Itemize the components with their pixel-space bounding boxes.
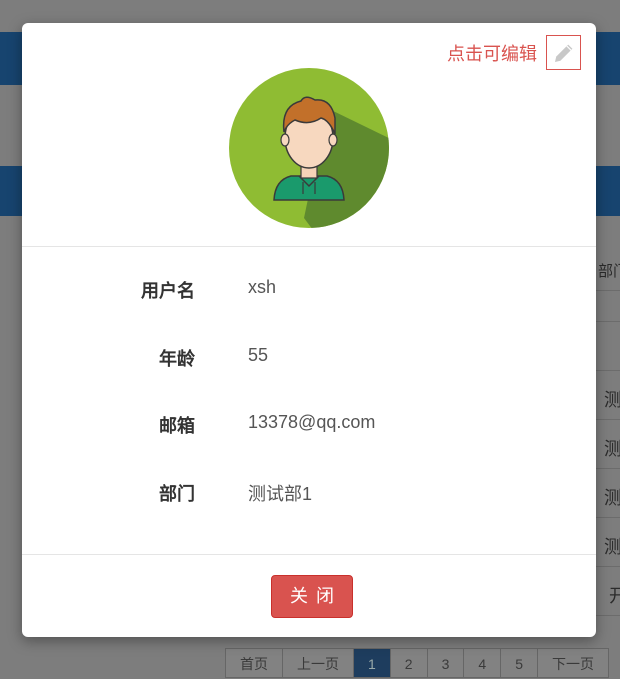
table-cell: 开 — [609, 586, 620, 606]
value-email: 13378@qq.com — [248, 412, 376, 432]
table-row — [596, 370, 620, 371]
table-cell: 测 — [604, 488, 620, 508]
page-prev[interactable]: 上一页 — [282, 648, 354, 678]
table-cell: 测 — [604, 537, 620, 557]
page-3[interactable]: 3 — [426, 648, 465, 678]
table-cell: 测 — [604, 390, 620, 410]
page-2[interactable]: 2 — [389, 648, 428, 678]
table-row — [596, 468, 620, 469]
table-row — [596, 517, 620, 518]
label-email: 邮箱 — [159, 416, 195, 436]
table-header-cell: 部门 — [598, 263, 620, 280]
page-next[interactable]: 下一页 — [536, 648, 609, 678]
edit-hint[interactable]: 点击可编辑 — [447, 40, 537, 66]
value-department: 测试部1 — [248, 484, 313, 504]
table-row — [596, 321, 620, 322]
table-row — [596, 290, 620, 291]
table-row — [596, 566, 620, 567]
label-username: 用户名 — [141, 281, 195, 301]
edit-button[interactable] — [546, 35, 581, 70]
value-username: xsh — [248, 277, 277, 297]
table-row — [596, 419, 620, 420]
page-4[interactable]: 4 — [463, 648, 502, 678]
table-row — [596, 615, 620, 616]
table-cell: 测 — [604, 439, 620, 459]
pencil-icon — [555, 44, 573, 62]
user-detail-modal: 点击可编辑 用户名 xsh 年龄 55 邮箱 13378@qq.com 部门 测… — [22, 23, 596, 637]
label-age: 年龄 — [159, 349, 195, 369]
page-first[interactable]: 首页 — [225, 648, 283, 678]
label-department: 部门 — [159, 484, 195, 504]
value-age: 55 — [248, 345, 269, 365]
header-divider — [22, 246, 596, 247]
page-1[interactable]: 1 — [353, 648, 391, 678]
pagination: 首页 上一页 1 2 3 4 5 下一页 — [225, 648, 609, 678]
user-avatar-icon — [229, 68, 389, 228]
close-button[interactable]: 关闭 — [271, 575, 353, 618]
page-5[interactable]: 5 — [500, 648, 538, 678]
footer-divider — [22, 554, 596, 555]
